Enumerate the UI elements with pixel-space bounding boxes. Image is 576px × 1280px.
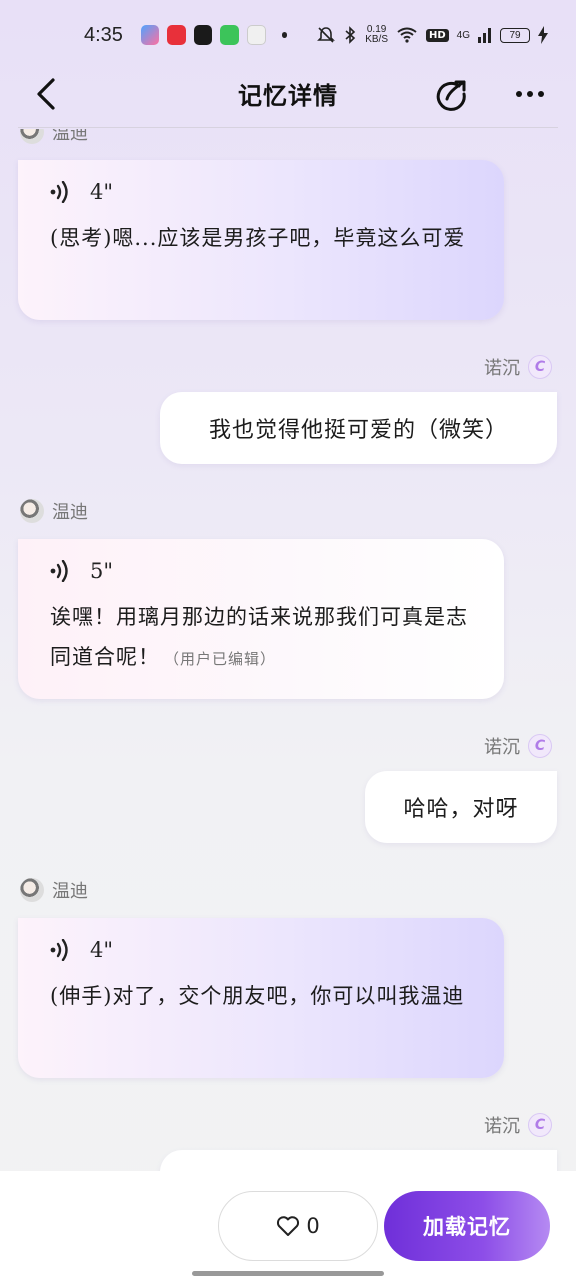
message-text: (思考)嗯...应该是男孩子吧，毕竟这么可爱 — [50, 226, 466, 250]
chat-history[interactable]: 温迪 4" (思考)嗯...应该是男孩子吧，毕竟这么可爱 诺沉 C 我也觉得他挺… — [0, 129, 576, 1171]
voice-duration: 4" — [90, 938, 114, 962]
edited-tag: （用户已编辑） — [164, 650, 277, 668]
share-button[interactable] — [432, 74, 472, 114]
sender-label-user: 诺沉 C — [484, 1112, 552, 1138]
like-count: 0 — [306, 1214, 320, 1238]
voice-duration: 5" — [90, 559, 114, 583]
app-icon — [220, 25, 239, 45]
sender-label-user: 诺沉 C — [484, 733, 552, 759]
voice-duration: 4" — [90, 180, 114, 204]
bottom-action-bar: 0 加载记忆 — [0, 1171, 576, 1280]
top-navigation-bar: 记忆详情 — [18, 60, 558, 128]
voice-play-button[interactable]: 5" — [50, 559, 472, 583]
sender-label-ai: 温迪 — [20, 129, 88, 145]
net-speed: 0.19 KB/S — [365, 24, 388, 45]
status-indicators: 0.19 KB/S HD 4G 79 — [317, 24, 549, 45]
chevron-left-icon — [37, 78, 55, 110]
ai-message-bubble[interactable]: 4" (伸手)对了，交个朋友吧，你可以叫我温迪 — [18, 918, 504, 1078]
avatar — [20, 499, 44, 523]
game-icon — [247, 25, 266, 45]
mute-bell-icon — [317, 27, 336, 43]
voice-play-button[interactable]: 4" — [50, 180, 472, 204]
network-type: 4G — [456, 29, 471, 41]
home-indicator[interactable] — [192, 1271, 384, 1276]
avatar — [20, 878, 44, 902]
voice-wave-icon — [50, 560, 68, 582]
more-options-button[interactable] — [510, 74, 550, 114]
avatar: C — [528, 734, 552, 758]
heart-icon — [277, 1216, 300, 1236]
message-text: 哈哈，对呀 — [403, 797, 519, 822]
bluetooth-icon — [345, 26, 356, 44]
charging-icon — [538, 26, 549, 44]
page-title: 记忆详情 — [238, 82, 338, 110]
voice-wave-icon — [50, 939, 68, 961]
like-button[interactable]: 0 — [218, 1191, 378, 1261]
ai-message-bubble[interactable]: 4" (思考)嗯...应该是男孩子吧，毕竟这么可爱 — [18, 160, 504, 320]
voice-play-button[interactable]: 4" — [50, 938, 472, 962]
signal-icon — [478, 28, 492, 43]
wifi-icon — [397, 27, 417, 43]
hd-badge: HD — [426, 28, 449, 42]
avatar: C — [528, 1113, 552, 1137]
notification-dot — [281, 32, 288, 38]
ai-message-bubble[interactable]: 5" 诶嘿！用璃月那边的话来说那我们可真是志同道合呢！ （用户已编辑） — [18, 539, 504, 699]
app-icon — [140, 25, 160, 45]
back-button[interactable] — [26, 74, 66, 114]
sender-label-user: 诺沉 C — [484, 354, 552, 380]
message-text: 我也觉得他挺可爱的（微笑） — [208, 418, 508, 443]
avatar: C — [528, 355, 552, 379]
message-text: (伸手)对了，交个朋友吧，你可以叫我温迪 — [50, 984, 465, 1008]
message-text: 诶嘿！用璃月那边的话来说那我们可真是志同道合呢！ （用户已编辑） — [50, 605, 468, 669]
user-message-bubble[interactable] — [160, 1150, 557, 1171]
app-icon — [193, 25, 213, 45]
sender-label-ai: 温迪 — [20, 498, 88, 524]
user-message-bubble[interactable]: 哈哈，对呀 — [365, 771, 557, 843]
app-icon — [167, 25, 186, 45]
status-time: 4:35 — [84, 23, 123, 46]
sender-label-ai: 温迪 — [20, 877, 88, 903]
battery-icon: 79 — [500, 27, 531, 43]
avatar — [20, 129, 44, 144]
voice-wave-icon — [50, 181, 68, 203]
user-message-bubble[interactable]: 我也觉得他挺可爱的（微笑） — [160, 392, 557, 464]
more-dots-icon — [516, 91, 544, 97]
share-icon — [436, 80, 466, 111]
load-memory-button[interactable]: 加载记忆 — [384, 1191, 550, 1261]
